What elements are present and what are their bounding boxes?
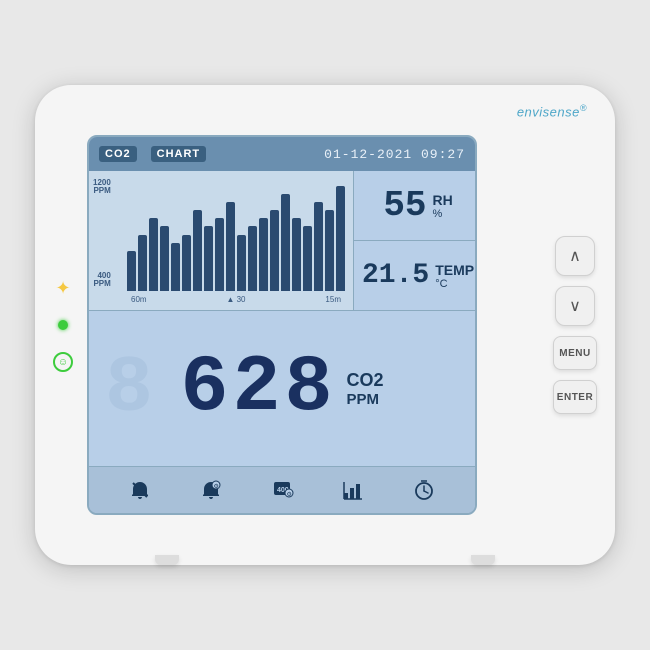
foot-right — [471, 555, 495, 565]
bar — [303, 226, 312, 291]
timer-icon[interactable] — [413, 479, 435, 501]
bar — [248, 226, 257, 291]
enter-button[interactable]: ENTER — [553, 380, 597, 414]
chart-badge: CHART — [151, 146, 207, 162]
temp-unit-sub: °C — [435, 278, 447, 290]
chart-icon[interactable] — [342, 479, 364, 501]
alarm-settings-icon[interactable]: ⚙ — [200, 479, 222, 501]
rh-value: 55 — [383, 188, 426, 224]
alarm-off-icon[interactable] — [129, 479, 151, 501]
bar — [325, 210, 334, 291]
rh-unit-main: RH — [433, 192, 453, 208]
sun-icon: ✦ — [53, 278, 73, 298]
device-body: envisense® ✦ ☺ CO2 CHART 01-12-2021 09:2… — [35, 85, 615, 565]
screen-header: CO2 CHART 01-12-2021 09:27 — [89, 137, 475, 171]
chart-area: 1200 PPM 400 PPM 60m ▲ 30 15m — [89, 171, 354, 310]
foot-left — [155, 555, 179, 565]
co2-display: 8 628 CO2 PPM — [89, 311, 475, 467]
bar — [193, 210, 202, 291]
co2-badge: CO2 — [99, 146, 137, 162]
rh-unit: RH % — [433, 192, 453, 220]
bar — [215, 218, 224, 291]
chart-y-labels: 1200 PPM 400 PPM — [93, 179, 111, 288]
co2-label-ppm: PPM — [347, 391, 380, 408]
bar — [149, 218, 158, 291]
rh-reading: 55 RH % — [354, 171, 477, 241]
bar — [204, 226, 213, 291]
right-readings: 55 RH % 21.5 TEMP °C — [354, 171, 477, 310]
x-label-60m: 60m — [131, 295, 147, 304]
bar-chart — [127, 177, 345, 293]
svg-text:⚙: ⚙ — [286, 491, 291, 498]
temp-value: 21.5 — [362, 262, 429, 290]
bar — [281, 194, 290, 291]
calibration-icon[interactable]: 400 ⚙ — [270, 479, 294, 501]
bar — [171, 243, 180, 291]
lcd-screen: CO2 CHART 01-12-2021 09:27 1200 PPM 400 … — [87, 135, 477, 515]
bar — [270, 210, 279, 291]
device-feet — [155, 555, 495, 565]
status-led — [58, 320, 68, 330]
y-label-top-unit: PPM — [93, 187, 110, 195]
co2-value: 628 — [180, 349, 336, 429]
bar — [127, 251, 136, 291]
brand-name: envisense — [517, 104, 580, 119]
chart-x-labels: 60m ▲ 30 15m — [127, 295, 345, 304]
right-buttons: ∧ ∨ MENU ENTER — [553, 236, 597, 414]
down-button[interactable]: ∨ — [555, 286, 595, 326]
co2-label-main: CO2 — [347, 370, 384, 391]
up-button[interactable]: ∧ — [555, 236, 595, 276]
left-indicators: ✦ ☺ — [53, 278, 73, 372]
brand-label: envisense® — [517, 103, 587, 119]
bar — [292, 218, 301, 291]
co2-watermark: 8 — [105, 343, 153, 434]
smiley-icon: ☺ — [53, 352, 73, 372]
brand-trademark: ® — [580, 103, 587, 113]
screen-footer: ⚙ 400 ⚙ — [89, 467, 475, 513]
temp-unit: TEMP °C — [435, 262, 474, 290]
x-label-15m: 15m — [325, 295, 341, 304]
bar — [182, 235, 191, 291]
temp-reading: 21.5 TEMP °C — [354, 241, 477, 310]
screen-middle: 1200 PPM 400 PPM 60m ▲ 30 15m — [89, 171, 475, 311]
x-label-30: ▲ 30 — [226, 295, 245, 304]
bar — [138, 235, 147, 291]
bar — [160, 226, 169, 291]
menu-button[interactable]: MENU — [553, 336, 597, 370]
co2-unit-labels: CO2 PPM — [347, 370, 384, 408]
temp-unit-main: TEMP — [435, 262, 474, 278]
bar — [226, 202, 235, 291]
svg-text:⚙: ⚙ — [213, 483, 218, 490]
rh-unit-sub: % — [433, 208, 443, 220]
bar — [336, 186, 345, 291]
y-label-bottom-unit: PPM — [93, 280, 110, 288]
bar — [314, 202, 323, 291]
datetime-display: 01-12-2021 09:27 — [324, 147, 465, 162]
bar — [237, 235, 246, 291]
bar — [259, 218, 268, 291]
